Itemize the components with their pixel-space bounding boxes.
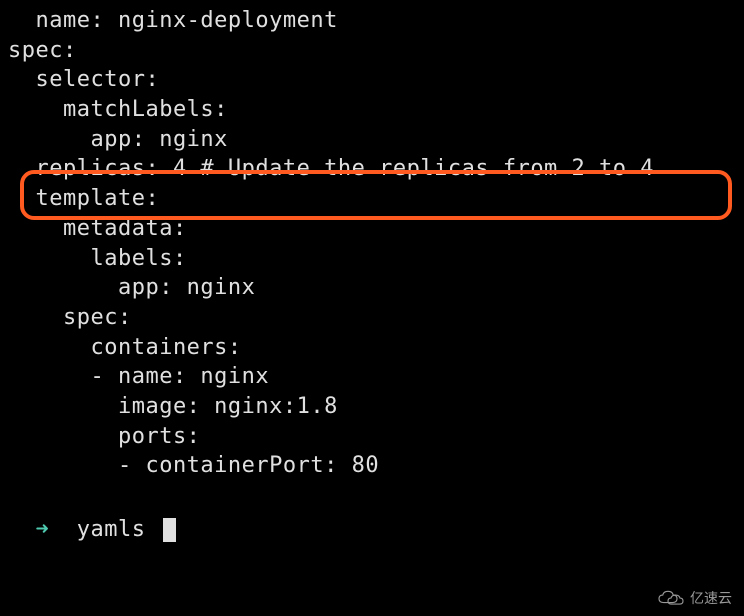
prompt-dir: yamls <box>77 517 146 542</box>
yaml-line: spec: <box>0 36 744 66</box>
prompt-arrow-icon: ➜ <box>36 517 50 542</box>
watermark-text: 亿速云 <box>690 588 732 608</box>
yaml-line: ports: <box>0 422 744 452</box>
yaml-line: name: nginx-deployment <box>0 6 744 36</box>
yaml-line: selector: <box>0 65 744 95</box>
yaml-line: matchLabels: <box>0 95 744 125</box>
yaml-line: app: nginx <box>0 125 744 155</box>
yaml-line: metadata: <box>0 214 744 244</box>
yaml-line: - containerPort: 80 <box>0 451 744 481</box>
cloud-icon <box>656 589 686 607</box>
prompt-line[interactable]: ➜ yamls <box>0 485 744 544</box>
yaml-line: image: nginx:1.8 <box>0 392 744 422</box>
yaml-line-replicas: replicas: 4 # Update the replicas from 2… <box>0 154 744 184</box>
yaml-line: - name: nginx <box>0 362 744 392</box>
yaml-line: app: nginx <box>0 273 744 303</box>
watermark: 亿速云 <box>656 588 732 608</box>
yaml-line: containers: <box>0 333 744 363</box>
cursor-icon <box>163 518 176 542</box>
yaml-line: template: <box>0 184 744 214</box>
yaml-line: labels: <box>0 244 744 274</box>
yaml-line: spec: <box>0 303 744 333</box>
